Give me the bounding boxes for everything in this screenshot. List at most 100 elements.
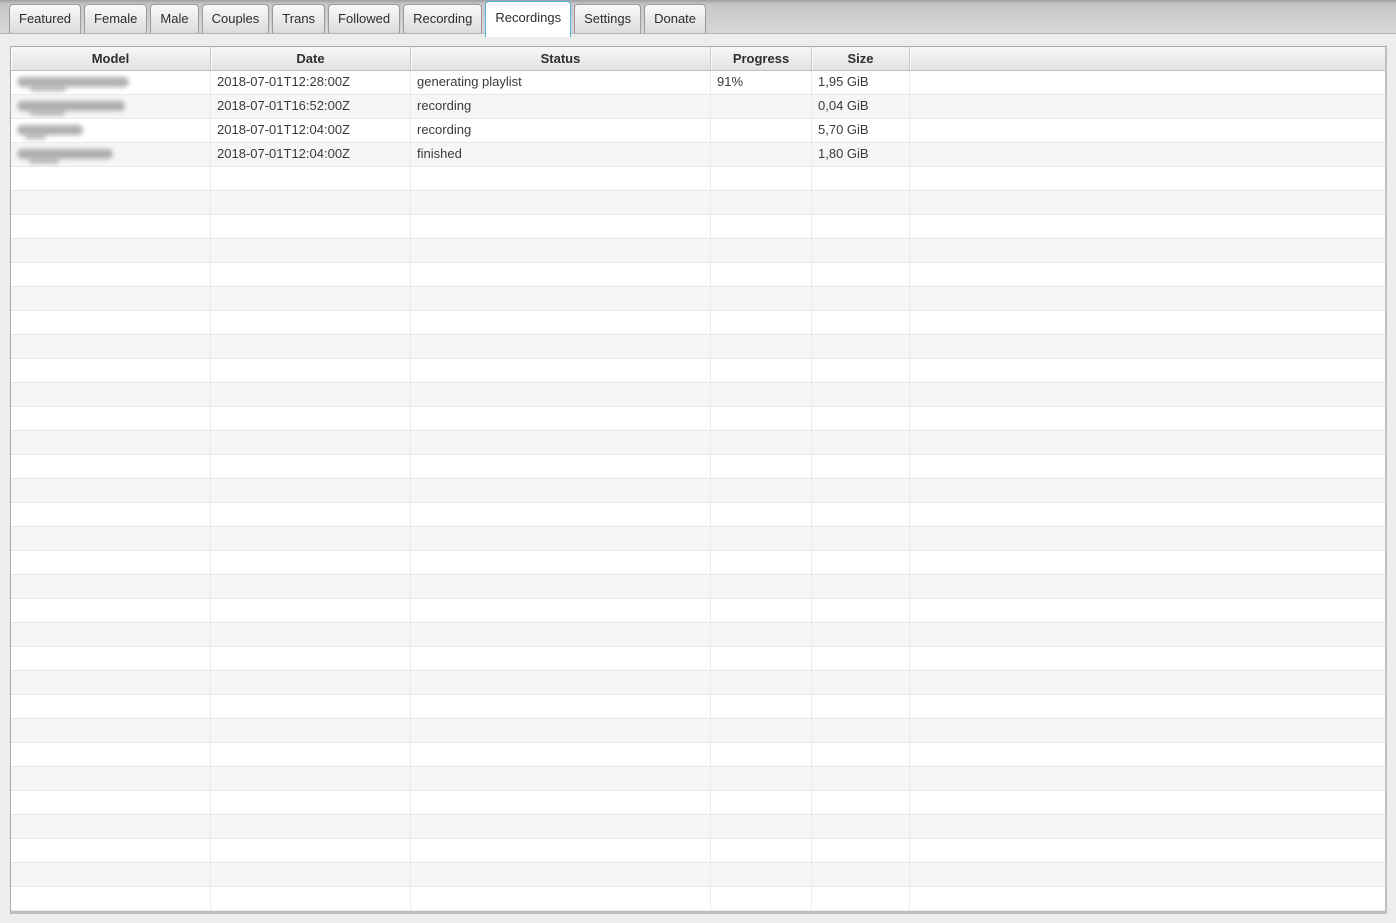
empty-cell: [211, 647, 411, 670]
empty-row: [11, 359, 1385, 383]
empty-cell: [711, 527, 812, 550]
table-header-row: Model Date Status Progress Size: [11, 47, 1385, 71]
tab-donate[interactable]: Donate: [644, 4, 707, 33]
empty-row: [11, 191, 1385, 215]
empty-cell: [411, 791, 711, 814]
empty-cell: [910, 407, 1385, 430]
empty-cell: [711, 647, 812, 670]
empty-cell: [211, 167, 411, 190]
empty-cell: [711, 167, 812, 190]
empty-cell: [211, 455, 411, 478]
empty-cell: [11, 263, 211, 286]
empty-cell: [411, 215, 711, 238]
table-row[interactable]: 2018-07-01T12:04:00Z finished 1,80 GiB: [11, 143, 1385, 167]
empty-cell: [11, 311, 211, 334]
cell-filler: [910, 119, 1385, 142]
empty-cell: [812, 455, 910, 478]
column-header-status[interactable]: Status: [411, 47, 711, 70]
cell-status: recording: [411, 95, 711, 118]
empty-cell: [910, 431, 1385, 454]
empty-cell: [812, 575, 910, 598]
empty-cell: [711, 575, 812, 598]
column-header-progress[interactable]: Progress: [711, 47, 812, 70]
empty-cell: [411, 743, 711, 766]
empty-cell: [910, 167, 1385, 190]
tab-followed[interactable]: Followed: [328, 4, 401, 33]
empty-cell: [910, 455, 1385, 478]
tab-recordings[interactable]: Recordings: [485, 1, 572, 37]
empty-cell: [812, 743, 910, 766]
empty-cell: [711, 791, 812, 814]
empty-cell: [812, 599, 910, 622]
tab-settings[interactable]: Settings: [574, 4, 642, 33]
empty-cell: [910, 767, 1385, 790]
tab-trans[interactable]: Trans: [272, 4, 326, 33]
cell-size: 1,80 GiB: [812, 143, 910, 166]
empty-cell: [211, 239, 411, 262]
empty-row: [11, 311, 1385, 335]
table-row[interactable]: 2018-07-01T12:28:00Z generating playlist 9…: [11, 71, 1385, 95]
table-row[interactable]: 2018-07-01T16:52:00Z recording 0,04 GiB: [11, 95, 1385, 119]
empty-cell: [11, 503, 211, 526]
empty-row: [11, 719, 1385, 743]
content-area: Model Date Status Progress Size 2018-07-01T1…: [0, 35, 1396, 923]
tab-bar: Featured Female Male Couples Trans Followed Re…: [0, 0, 1396, 37]
empty-cell: [11, 815, 211, 838]
empty-row: [11, 167, 1385, 191]
table-row[interactable]: 2018-07-01T12:04:00Z recording 5,70 GiB: [11, 119, 1385, 143]
empty-row: [11, 335, 1385, 359]
empty-row: [11, 599, 1385, 623]
empty-cell: [211, 887, 411, 910]
empty-cell: [910, 503, 1385, 526]
tab-couples[interactable]: Couples: [201, 4, 270, 33]
empty-cell: [11, 719, 211, 742]
empty-cell: [11, 671, 211, 694]
tab-female[interactable]: Female: [84, 4, 148, 33]
empty-cell: [910, 479, 1385, 502]
empty-cell: [910, 311, 1385, 334]
empty-cell: [11, 551, 211, 574]
empty-cell: [711, 479, 812, 502]
column-header-model[interactable]: Model: [11, 47, 211, 70]
empty-cell: [812, 263, 910, 286]
empty-cell: [211, 599, 411, 622]
cell-size: 5,70 GiB: [812, 119, 910, 142]
empty-cell: [910, 719, 1385, 742]
empty-row: [11, 743, 1385, 767]
empty-cell: [711, 335, 812, 358]
empty-cell: [211, 263, 411, 286]
empty-cell: [411, 359, 711, 382]
cell-model: [11, 143, 211, 166]
tab-featured[interactable]: Featured: [9, 4, 82, 33]
empty-cell: [211, 527, 411, 550]
empty-row: [11, 815, 1385, 839]
empty-cell: [11, 407, 211, 430]
empty-cell: [711, 671, 812, 694]
empty-cell: [11, 359, 211, 382]
empty-cell: [812, 839, 910, 862]
column-header-filler: [910, 47, 1385, 70]
empty-cell: [211, 479, 411, 502]
empty-cell: [812, 647, 910, 670]
empty-cell: [910, 263, 1385, 286]
empty-cell: [812, 671, 910, 694]
tab-recording[interactable]: Recording: [403, 4, 483, 33]
empty-cell: [211, 695, 411, 718]
cell-progress: [711, 95, 812, 118]
empty-cell: [711, 455, 812, 478]
column-header-size[interactable]: Size: [812, 47, 910, 70]
empty-cell: [411, 383, 711, 406]
cell-status: finished: [411, 143, 711, 166]
empty-cell: [411, 503, 711, 526]
tab-male[interactable]: Male: [150, 4, 199, 33]
recordings-table: Model Date Status Progress Size 2018-07-01T1…: [10, 46, 1387, 914]
empty-cell: [211, 815, 411, 838]
cell-date: 2018-07-01T12:28:00Z: [211, 71, 411, 94]
empty-cell: [11, 335, 211, 358]
column-header-date[interactable]: Date: [211, 47, 411, 70]
empty-cell: [711, 839, 812, 862]
empty-cell: [11, 767, 211, 790]
empty-cell: [411, 551, 711, 574]
empty-cell: [411, 311, 711, 334]
empty-cell: [211, 719, 411, 742]
